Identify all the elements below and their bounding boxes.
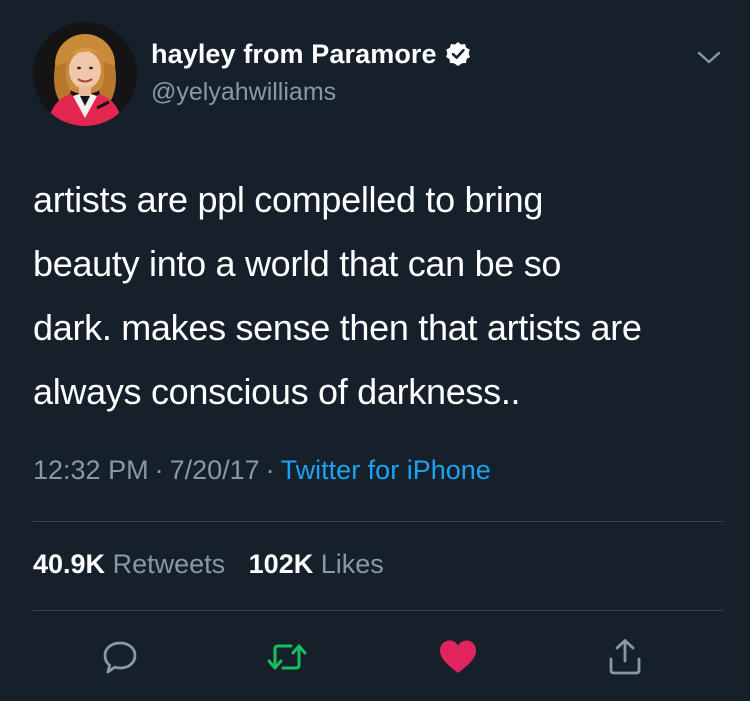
tweet-text-line: beauty into a world that can be so [33, 243, 562, 284]
reply-bubble-icon [103, 641, 137, 674]
likes-stat[interactable]: 102K Likes [249, 549, 384, 579]
author-names: hayley from Paramore @yelyahwilliams [151, 36, 471, 107]
meta-separator: · [154, 455, 164, 485]
user-handle[interactable]: @yelyahwilliams [151, 78, 471, 107]
retweets-stat[interactable]: 40.9K Retweets [33, 549, 233, 579]
retweets-label: Retweets [112, 549, 226, 579]
heart-icon [440, 640, 476, 673]
tweet-time: 12:32 PM [33, 455, 149, 485]
tweet-header: hayley from Paramore @yelyahwilliams [33, 22, 723, 130]
avatar[interactable] [33, 22, 137, 126]
chevron-down-icon[interactable] [695, 48, 723, 68]
likes-count: 102K [248, 549, 314, 579]
likes-label: Likes [320, 549, 384, 579]
tweet-date: 7/20/17 [169, 455, 260, 485]
tweet-meta: 12:32 PM · 7/20/17 · Twitter for iPhone [33, 455, 491, 486]
share-icon [609, 639, 641, 675]
verified-badge-icon [445, 41, 471, 67]
tweet-text: artists are ppl compelled to bring beaut… [33, 168, 723, 424]
divider [33, 521, 723, 522]
tweet-text-line: dark. makes sense then that artists are [33, 307, 642, 348]
retweets-count: 40.9K [33, 549, 106, 579]
tweet-text-line: always conscious of darkness.. [33, 371, 521, 412]
avatar-image [33, 22, 137, 126]
tweet-detail: hayley from Paramore @yelyahwilliams art… [0, 0, 750, 701]
like-button[interactable] [436, 635, 480, 679]
meta-separator: · [265, 455, 275, 485]
display-name-row: hayley from Paramore [151, 36, 471, 72]
display-name[interactable]: hayley from Paramore [151, 39, 437, 70]
retweet-icon [267, 644, 307, 670]
share-button[interactable] [603, 635, 647, 679]
retweet-button[interactable] [265, 635, 309, 679]
tweet-source-link[interactable]: Twitter for iPhone [281, 455, 491, 485]
tweet-stats: 40.9K Retweets 102K Likes [33, 549, 400, 580]
divider [33, 610, 723, 611]
reply-button[interactable] [98, 635, 142, 679]
tweet-text-line: artists are ppl compelled to bring [33, 179, 544, 220]
